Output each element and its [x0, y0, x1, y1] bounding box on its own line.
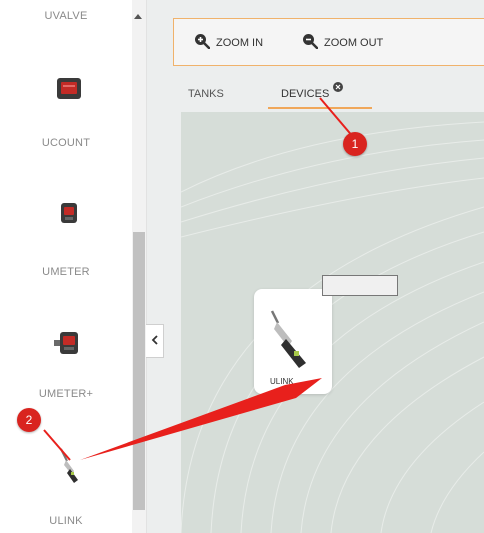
annotation-badge-2: 2 — [17, 408, 41, 432]
annotation-arrow-1 — [319, 97, 355, 139]
annotation-overlay — [43, 97, 355, 461]
annotation-arrow-2 — [80, 378, 322, 460]
annotation-badge-1: 1 — [343, 132, 367, 156]
annotation-connector-2 — [43, 429, 71, 461]
